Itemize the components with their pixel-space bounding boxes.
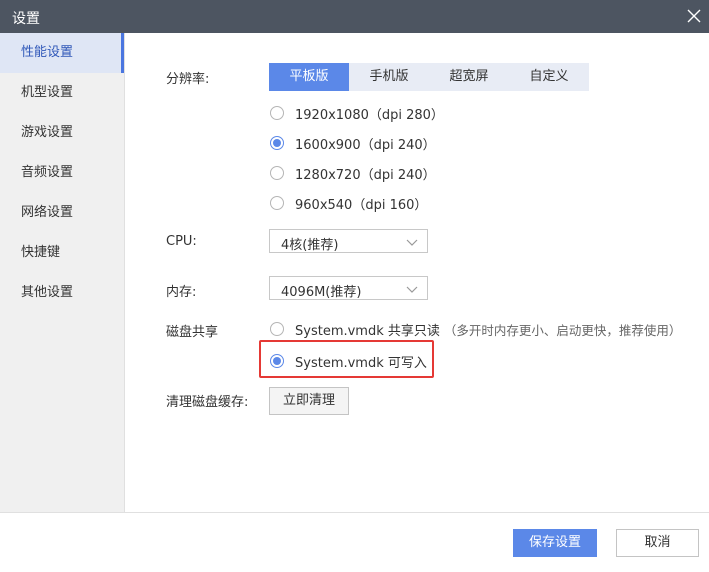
resolution-option-label: 1600x900（dpi 240） (295, 137, 436, 153)
resolution-tabs: 平板版 手机版 超宽屏 自定义 (269, 63, 589, 91)
tab-custom[interactable]: 自定义 (509, 63, 589, 91)
resolution-option-1920[interactable]: 1920x1080（dpi 280） (270, 102, 444, 124)
resolution-option-1600[interactable]: 1600x900（dpi 240） (270, 132, 436, 154)
radio-button[interactable] (270, 106, 284, 120)
chevron-down-icon (405, 236, 419, 246)
save-settings-button[interactable]: 保存设置 (513, 529, 597, 557)
disk-share-option-label: System.vmdk 共享只读 (295, 323, 440, 339)
sidebar-item-game[interactable]: 游戏设置 (0, 113, 124, 153)
sidebar-item-network[interactable]: 网络设置 (0, 193, 124, 233)
resolution-option-label: 960x540（dpi 160） (295, 197, 428, 213)
radio-button-checked[interactable] (270, 354, 284, 368)
tab-tablet[interactable]: 平板版 (269, 63, 349, 91)
disk-share-label: 磁盘共享 (166, 325, 219, 340)
sidebar-item-shortcuts[interactable]: 快捷键 (0, 233, 124, 273)
radio-button[interactable] (270, 196, 284, 210)
memory-select[interactable]: 4096M(推荐) (269, 276, 428, 300)
title-bar: 设置 (0, 0, 709, 33)
cancel-button[interactable]: 取消 (616, 529, 699, 557)
sidebar-item-other[interactable]: 其他设置 (0, 273, 124, 313)
resolution-option-960[interactable]: 960x540（dpi 160） (270, 192, 427, 214)
resolution-option-label: 1280x720（dpi 240） (295, 167, 436, 183)
cpu-label: CPU: (166, 234, 197, 249)
clear-now-button[interactable]: 立即清理 (269, 387, 349, 415)
memory-label: 内存: (166, 285, 197, 300)
radio-button-checked[interactable] (270, 136, 284, 150)
tab-phone[interactable]: 手机版 (349, 63, 429, 91)
disk-share-option-label: System.vmdk 可写入 (295, 355, 427, 371)
footer (0, 512, 709, 572)
memory-select-value: 4096M(推荐) (281, 285, 362, 300)
close-icon[interactable] (683, 5, 705, 27)
clear-cache-label: 清理磁盘缓存: (166, 395, 249, 410)
window-title: 设置 (12, 11, 40, 27)
resolution-label: 分辨率: (166, 72, 210, 87)
disk-share-option-writable[interactable]: System.vmdk 可写入 (270, 350, 427, 372)
cpu-select-value: 4核(推荐) (281, 238, 339, 253)
resolution-option-label: 1920x1080（dpi 280） (295, 107, 444, 123)
disk-share-option-readonly[interactable]: System.vmdk 共享只读 （多开时内存更小、启动更快，推荐使用） (270, 318, 681, 340)
chevron-down-icon (405, 283, 419, 293)
sidebar-item-audio[interactable]: 音频设置 (0, 153, 124, 193)
sidebar-item-performance[interactable]: 性能设置 (0, 33, 124, 73)
cpu-select[interactable]: 4核(推荐) (269, 229, 428, 253)
radio-button[interactable] (270, 322, 284, 336)
sidebar-item-device[interactable]: 机型设置 (0, 73, 124, 113)
tab-ultrawide[interactable]: 超宽屏 (429, 63, 509, 91)
sidebar: 性能设置 机型设置 游戏设置 音频设置 网络设置 快捷键 其他设置 (0, 33, 125, 512)
disk-share-option-note: （多开时内存更小、启动更快，推荐使用） (443, 322, 682, 338)
radio-button[interactable] (270, 166, 284, 180)
resolution-option-1280[interactable]: 1280x720（dpi 240） (270, 162, 436, 184)
